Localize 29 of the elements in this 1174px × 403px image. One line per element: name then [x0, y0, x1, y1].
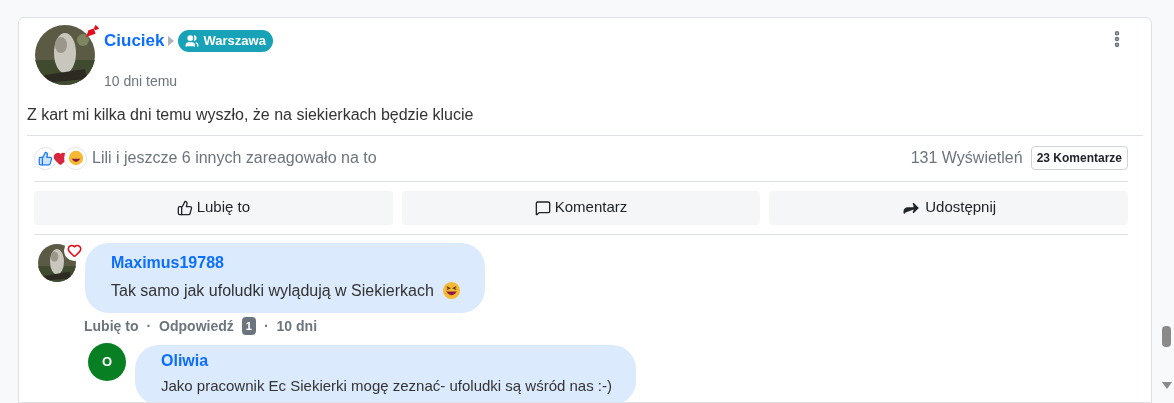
- reply-count-badge: 1: [241, 316, 256, 336]
- comment-button[interactable]: Komentarz: [401, 190, 761, 225]
- reactions-summary[interactable]: Lili i jeszcze 6 innych zareagowało na to: [92, 146, 377, 170]
- separator-dot: ·: [146, 316, 152, 336]
- share-button[interactable]: Udostępnij: [769, 190, 1128, 225]
- laughing-emoji-icon: [441, 281, 461, 300]
- speech-bubble-icon: [534, 199, 551, 216]
- comment-text: Jako pracownik Ec Siekierki mogę zeznać- ufoludki są wśród nas :-): [161, 375, 613, 396]
- post-text: Z kart mi kilka dni temu wyszło, że na siekierkach będzie klucie: [27, 104, 475, 125]
- comment-time: 10 dni: [276, 316, 318, 336]
- author-name[interactable]: Ciuciek: [104, 28, 165, 54]
- thumbs-up-icon: [176, 199, 193, 216]
- group-badge[interactable]: Warszawa: [178, 30, 273, 52]
- comment-author[interactable]: Oliwia: [161, 348, 613, 373]
- post-time: 10 dni temu: [104, 71, 179, 91]
- views-count: 131 Wyświetleń: [910, 148, 1023, 168]
- comment-text: Tak samo jak ufoludki wylądują w Siekierkach: [111, 280, 434, 301]
- scroll-down-arrow-icon[interactable]: [1162, 382, 1172, 389]
- caret-icon: [168, 35, 175, 46]
- separator-dot: ·: [263, 316, 269, 336]
- scrollbar-thumb[interactable]: [1162, 326, 1171, 347]
- reactions-icon[interactable]: [34, 146, 87, 170]
- comments-count-badge[interactable]: 23 Komentarze: [1030, 146, 1128, 170]
- people-icon: [185, 33, 200, 48]
- avatar-initial: O: [88, 342, 126, 381]
- like-link[interactable]: Lubię to: [84, 315, 139, 337]
- like-button[interactable]: Lubię to: [34, 190, 393, 225]
- reply-link[interactable]: Odpowiedź: [159, 315, 234, 337]
- comment-author[interactable]: Maximus19788: [111, 250, 461, 275]
